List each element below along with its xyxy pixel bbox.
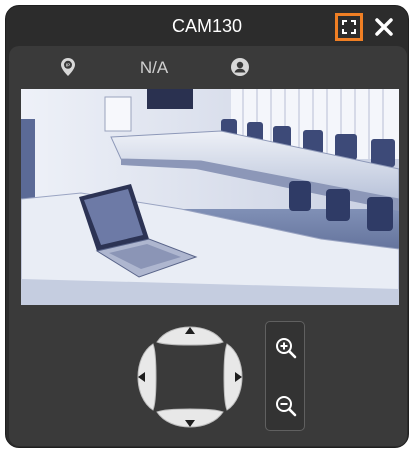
status-text: N/A: [139, 58, 169, 77]
fullscreen-button[interactable]: [335, 13, 363, 41]
svg-text:IP: IP: [66, 63, 70, 68]
camera-panel: IP N/A: [9, 46, 407, 446]
camera-window: CAM130 IP N/A: [5, 5, 409, 448]
pan-up-button[interactable]: [155, 316, 225, 346]
zoom-out-icon: [276, 396, 297, 417]
ip-location-pin-icon: IP: [61, 58, 75, 76]
close-icon: [375, 18, 393, 36]
pan-right-button[interactable]: [223, 342, 253, 412]
conference-room-image: [21, 89, 399, 305]
ptz-control-pad: [125, 314, 255, 440]
zoom-in-icon: [276, 338, 297, 359]
pan-left-button[interactable]: [127, 342, 157, 412]
camera-video-feed[interactable]: [21, 89, 399, 305]
zoom-control: [265, 321, 305, 431]
pan-down-button[interactable]: [155, 408, 225, 438]
info-bar: IP N/A: [9, 46, 407, 86]
user-icon: [231, 58, 249, 76]
close-button[interactable]: [372, 15, 396, 39]
title-bar: CAM130: [6, 6, 408, 46]
fullscreen-icon: [342, 20, 356, 34]
zoom-out-button[interactable]: [274, 394, 298, 418]
zoom-in-button[interactable]: [274, 336, 298, 360]
